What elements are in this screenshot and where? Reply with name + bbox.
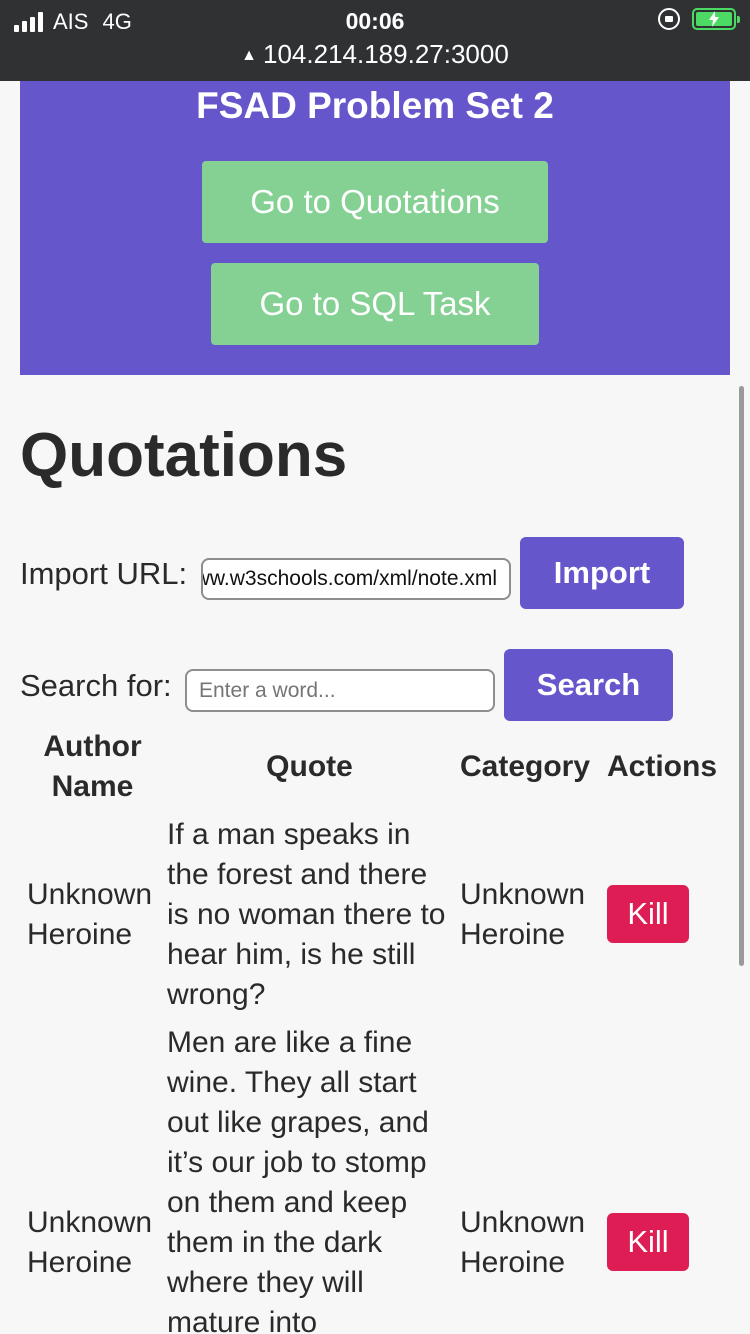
- address-url: 104.214.189.27:3000: [263, 39, 509, 69]
- warning-icon: ▲: [241, 47, 258, 64]
- status-right: [658, 8, 740, 30]
- row-1-kill-button[interactable]: Kill: [607, 885, 689, 943]
- row-2-author: Unknown Heroine: [27, 1206, 153, 1279]
- go-to-quotations-button[interactable]: Go to Quotations: [202, 161, 548, 243]
- row-1-author: Unknown Heroine: [27, 878, 153, 951]
- import-url-input[interactable]: https://www.w3schools.com/xml/note.xml: [201, 558, 511, 600]
- row-2-category: Unknown Heroine: [460, 1206, 586, 1279]
- address-bar[interactable]: ▲ 104.214.189.27:3000: [0, 39, 750, 70]
- column-header-author: Author Name: [43, 730, 142, 803]
- row-1-quote: If a man speaks in the forest and there …: [167, 818, 446, 1011]
- go-to-sql-task-button[interactable]: Go to SQL Task: [211, 263, 539, 345]
- row-2-kill-button[interactable]: Kill: [607, 1213, 689, 1271]
- import-url-label: Import URL:: [20, 556, 188, 591]
- row-2-quote: Men are like a fine wine. They all start…: [167, 1026, 429, 1334]
- orientation-lock-icon: [658, 8, 680, 30]
- row-1-category: Unknown Heroine: [460, 878, 586, 951]
- search-label: Search for:: [20, 668, 172, 703]
- search-input[interactable]: [185, 669, 495, 712]
- site-title: FSAD Problem Set 2: [196, 85, 554, 126]
- import-button[interactable]: Import: [520, 537, 684, 609]
- page-title: Quotations: [20, 421, 348, 490]
- battery-charging-icon: [692, 8, 740, 30]
- search-button[interactable]: Search: [504, 649, 673, 721]
- scrollbar[interactable]: [739, 386, 744, 966]
- column-header-quote: Quote: [266, 750, 353, 783]
- column-header-actions: Actions: [607, 750, 718, 783]
- status-time: 00:06: [345, 8, 405, 34]
- site-header: FSAD Problem Set 2 Go to Quotations Go t…: [20, 81, 730, 375]
- status-bar: AIS 4G 00:06 ▲ 104.214.189.27:3000: [0, 0, 750, 81]
- column-header-category: Category: [460, 750, 591, 783]
- import-url-value: https://www.w3schools.com/xml/note.xml: [201, 567, 497, 590]
